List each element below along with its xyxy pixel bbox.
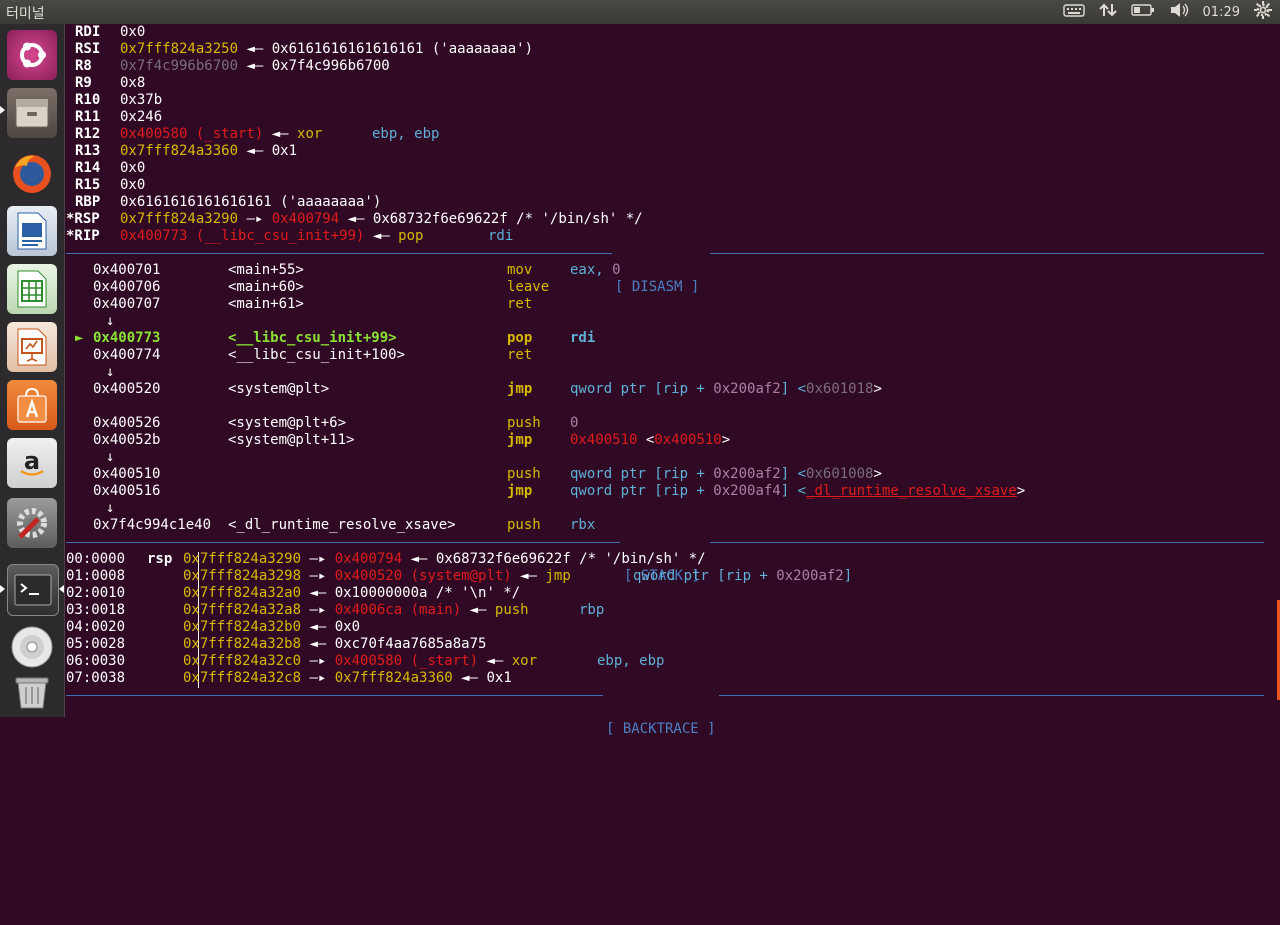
amazon-icon[interactable]: a (7, 438, 57, 488)
register-name: RBP (75, 194, 101, 210)
pointer-arrow: —▸ (238, 211, 272, 227)
deref-arrow: ◄— (339, 211, 373, 227)
register-value: 0x37b (120, 92, 163, 108)
current-instruction-marker: ► (75, 330, 84, 346)
terminal-icon[interactable] (7, 564, 59, 616)
register-value: 0x6161616161616161 ('aaaaaaaa') (120, 194, 382, 210)
register-name: R14 (75, 160, 101, 176)
gear-icon[interactable] (1254, 1, 1272, 23)
launcher: a (0, 24, 65, 717)
register-value: 0x246 (120, 109, 163, 125)
stack-offset: 03:0018 (66, 602, 126, 618)
disasm-header: [ DISASM ] (615, 279, 700, 295)
register-value: 0x0 (120, 24, 146, 40)
stack-offset: 02:0010 (66, 585, 126, 601)
libreoffice-impress-icon[interactable] (7, 322, 57, 372)
register-name: R10 (75, 92, 101, 108)
deref-arrow: ◄— (238, 41, 272, 57)
instruction-mnemonic: pop (398, 228, 424, 244)
battery-icon[interactable] (1130, 3, 1155, 21)
register-name: R13 (75, 143, 101, 159)
register-address: 0x400773 (__libc_csu_init+99) (120, 228, 365, 244)
libreoffice-calc-icon[interactable] (7, 264, 57, 314)
register-name: *RIP (66, 228, 100, 244)
register-value: 0x1 (271, 143, 298, 159)
register-name: R15 (75, 177, 101, 193)
register-name: R11 (75, 109, 101, 125)
deref-arrow: ◄— (364, 228, 399, 244)
top-panel: 터미널 01:29 (0, 0, 1280, 24)
deref-arrow: ◄— (263, 126, 298, 142)
register-value: 0x68732f6e69622f /* '/bin/sh' */ (372, 211, 643, 227)
indicator-area: 01:29 (1062, 0, 1272, 24)
backtrace-header: [ BACKTRACE ] (606, 721, 716, 737)
terminal-output[interactable]: RDI 0x0 RSI 0x7fff824a3250 ◄— 0x6161616161… (66, 24, 1276, 737)
register-value: 0x6161616161616161 ('aaaaaaaa') (271, 41, 534, 57)
volume-icon[interactable] (1169, 2, 1189, 22)
deref-arrow: ◄— (238, 58, 272, 74)
system-settings-icon[interactable] (7, 498, 57, 548)
register-value: 0x0 (120, 177, 146, 193)
stack-offset: 01:0008 (66, 568, 126, 584)
register-address: 0x7f4c996b6700 (120, 58, 239, 74)
register-address: 0x400580 (_start) (120, 126, 264, 142)
backtrace-section-header: [ BACKTRACE ] (66, 687, 1276, 737)
register-address: 0x7fff824a3290 (120, 211, 239, 227)
instruction-operand: rdi (488, 228, 514, 244)
software-center-icon[interactable] (7, 380, 57, 430)
ubuntu-dash-icon[interactable] (7, 30, 57, 80)
register-value: 0x0 (120, 160, 146, 176)
stack-register: rsp (147, 551, 173, 567)
register-name: R9 (75, 75, 92, 91)
deref-arrow: ◄— (238, 143, 272, 159)
register-name: RSI (75, 41, 101, 57)
network-updown-icon[interactable] (1098, 2, 1117, 22)
pointer-target: 0x400794 (271, 211, 340, 227)
register-name: R12 (75, 126, 101, 142)
svg-text:a: a (24, 447, 40, 475)
firefox-icon[interactable] (7, 148, 57, 198)
clock[interactable]: 01:29 (1203, 5, 1240, 20)
register-value: 0x8 (120, 75, 146, 91)
stack-section-header: [ STACK ] (66, 534, 1276, 584)
register-address: 0x7fff824a3360 (120, 143, 239, 159)
register-address: 0x7fff824a3250 (120, 41, 239, 57)
stack-offset: 05:0028 (66, 636, 126, 652)
instruction-mnemonic: xor (297, 126, 323, 142)
trash-icon[interactable] (7, 672, 57, 712)
stack-offset: 07:0038 (66, 670, 126, 686)
register-value: 0x7f4c996b6700 (271, 58, 390, 74)
keyboard-icon[interactable] (1062, 3, 1085, 21)
register-name: RDI (75, 24, 101, 40)
stack-offset: 06:0030 (66, 653, 126, 669)
register-name: *RSP (66, 211, 100, 227)
stack-offset: 00:0000 (66, 551, 126, 567)
stack-offset: 04:0020 (66, 619, 126, 635)
register-name: R8 (75, 58, 92, 74)
libreoffice-writer-icon[interactable] (7, 206, 57, 256)
instruction-operand: ebp, ebp (372, 126, 440, 142)
files-icon[interactable] (7, 88, 57, 138)
disasm-section-header: [ DISASM ] (66, 245, 1276, 295)
dvd-icon[interactable] (7, 622, 57, 672)
app-title: 터미널 (6, 6, 45, 22)
